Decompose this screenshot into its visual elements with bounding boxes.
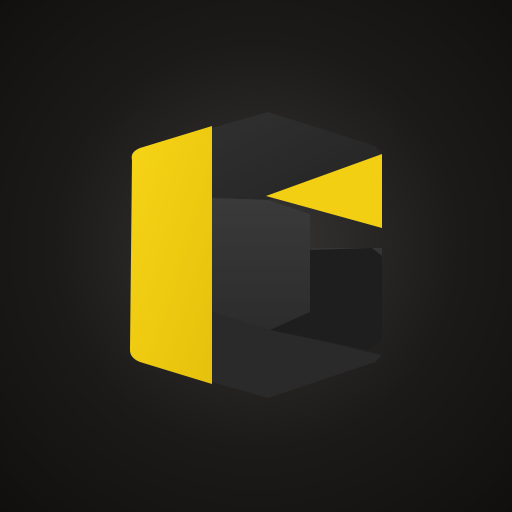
letter-g-logo-icon: [130, 112, 382, 398]
app-icon-canvas: [0, 0, 512, 512]
logo-yellow-slab: [130, 126, 212, 384]
